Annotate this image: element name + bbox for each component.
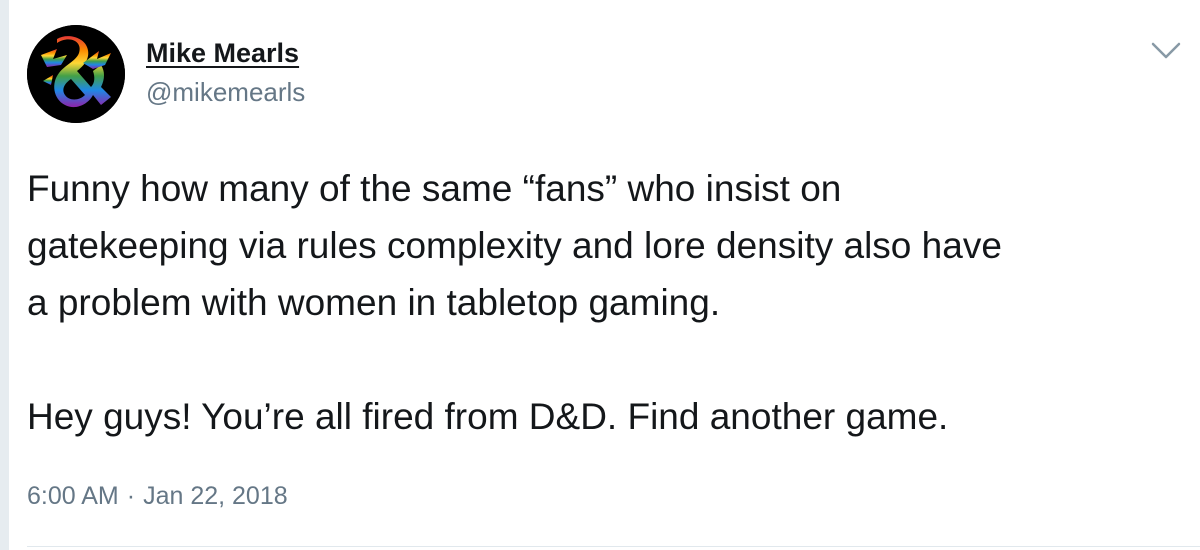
timestamp-separator: · — [126, 482, 136, 510]
divider — [27, 546, 1200, 547]
chevron-down-icon — [1151, 42, 1181, 59]
tweet-card: Mike Mearls @mikemearls Funny how many o… — [9, 0, 1200, 550]
timestamp[interactable]: 6:00 AM · Jan 22, 2018 — [27, 482, 288, 511]
tweet-text-line: a problem with women in tabletop gaming. — [27, 282, 721, 323]
timestamp-time: 6:00 AM — [27, 482, 119, 510]
tweet-text-line: gatekeeping via rules complexity and lor… — [27, 225, 1002, 266]
avatar[interactable] — [27, 25, 125, 123]
author-name[interactable]: Mike Mearls — [146, 38, 299, 69]
timestamp-date: Jan 22, 2018 — [143, 482, 288, 510]
tweet-text-line: Hey guys! You’re all fired from D&D. Fin… — [27, 396, 949, 437]
tweet-menu-button[interactable] — [1149, 38, 1183, 64]
tweet-text: Funny how many of the same “fans” who in… — [27, 160, 1187, 445]
left-rail — [0, 0, 9, 550]
author-handle[interactable]: @mikemearls — [146, 77, 305, 108]
ampersand-dragon-logo-icon — [27, 25, 125, 123]
tweet-text-line: Funny how many of the same “fans” who in… — [27, 168, 842, 209]
